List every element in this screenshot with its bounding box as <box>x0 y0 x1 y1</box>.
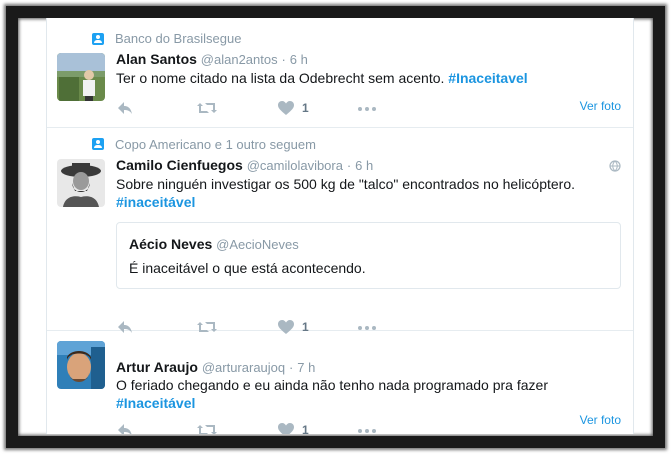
view-photo-link[interactable]: Ver foto <box>580 413 621 427</box>
author-name[interactable]: Artur Araujo <box>116 359 198 375</box>
retweet-button[interactable] <box>196 421 218 434</box>
tweet-item[interactable]: Copo Americano e 1 outro seguem Camilo C… <box>47 128 633 334</box>
separator-dot: · <box>289 360 294 375</box>
separator-dot: · <box>346 158 352 173</box>
more-button[interactable] <box>357 421 377 434</box>
author-username[interactable]: @alan2antos <box>201 52 278 67</box>
reply-icon <box>118 424 132 434</box>
avatar[interactable] <box>57 53 105 101</box>
author-name[interactable]: Camilo Cienfuegos <box>116 157 243 173</box>
tweet-time[interactable]: 6 h <box>290 52 308 67</box>
more-icon <box>358 107 376 111</box>
like-button[interactable] <box>277 421 295 434</box>
tweet-text: Ter o nome citado na lista da Odebrecht … <box>116 69 621 87</box>
retweet-icon <box>197 103 217 113</box>
tweet-item[interactable]: Artur Araujo @arturaraujoq · 7 h O feria… <box>47 331 633 434</box>
follow-context-icon <box>92 138 104 150</box>
author-username[interactable]: @arturaraujoq <box>202 360 285 375</box>
like-count: 1 <box>302 101 309 115</box>
reply-icon <box>118 102 132 114</box>
like-count: 1 <box>302 423 309 434</box>
tweet-context: Banco do Brasilsegue <box>115 31 242 46</box>
tweet-time[interactable]: 7 h <box>297 360 315 375</box>
follow-context-icon <box>92 33 104 45</box>
view-photo-link[interactable]: Ver foto <box>580 99 621 113</box>
tweet-body: O feriado chegando e eu ainda não tenho … <box>116 377 548 393</box>
hashtag-link[interactable]: #Inaceitável <box>116 395 195 411</box>
tweet-text: Sobre ninguén investigar os 500 kg de "t… <box>116 175 621 211</box>
page-background: Banco do Brasilsegue Alan Santos @alan2a… <box>0 0 671 454</box>
tweet-header: Alan Santos @alan2antos · 6 h <box>116 51 308 67</box>
reply-button[interactable] <box>116 421 134 434</box>
tweet-text: O feriado chegando e eu ainda não tenho … <box>116 376 621 412</box>
more-button[interactable] <box>357 99 377 117</box>
separator-dot: · <box>281 52 286 67</box>
tweet-header: Artur Araujo @arturaraujoq · 7 h <box>116 359 315 375</box>
avatar[interactable] <box>57 341 105 389</box>
retweet-button[interactable] <box>196 99 218 117</box>
avatar-image <box>57 341 105 389</box>
quoted-tweet-text: É inaceitável o que está acontecendo. <box>129 260 366 276</box>
author-name[interactable]: Alan Santos <box>116 51 197 67</box>
tweet-actions: 1 Ver foto <box>116 413 621 434</box>
tweet-time[interactable]: 6 h <box>355 158 373 173</box>
like-icon <box>278 423 294 434</box>
tweet-header: Camilo Cienfuegos @camilolavibora · 6 h <box>116 157 373 173</box>
tweet-actions: 1 Ver foto <box>116 99 621 117</box>
like-icon <box>278 101 294 115</box>
avatar[interactable] <box>57 159 105 207</box>
timeline: Banco do Brasilsegue Alan Santos @alan2a… <box>46 18 634 434</box>
tweet-body: Ter o nome citado na lista da Odebrecht … <box>116 70 445 86</box>
quoted-tweet[interactable]: Aécio Neves @AecioNeves É inaceitável o … <box>116 222 621 289</box>
tweet-item[interactable]: Banco do Brasilsegue Alan Santos @alan2a… <box>47 18 633 128</box>
tweet-context: Copo Americano e 1 outro seguem <box>115 137 316 152</box>
retweet-icon <box>197 425 217 434</box>
author-username[interactable]: @camilolavibora <box>247 158 343 173</box>
avatar-image <box>57 53 105 101</box>
like-button[interactable] <box>277 99 295 117</box>
tweet-body: Sobre ninguén investigar os 500 kg de "t… <box>116 176 576 192</box>
quoted-author-name[interactable]: Aécio Neves <box>129 236 212 252</box>
hashtag-link[interactable]: #Inaceitavel <box>448 70 527 86</box>
avatar-image <box>57 159 105 207</box>
more-icon <box>358 429 376 433</box>
quoted-author-username[interactable]: @AecioNeves <box>216 237 299 252</box>
quoted-tweet-header: Aécio Neves @AecioNeves <box>129 236 299 252</box>
reply-button[interactable] <box>116 99 134 117</box>
hashtag-link[interactable]: #inaceitável <box>116 194 195 210</box>
